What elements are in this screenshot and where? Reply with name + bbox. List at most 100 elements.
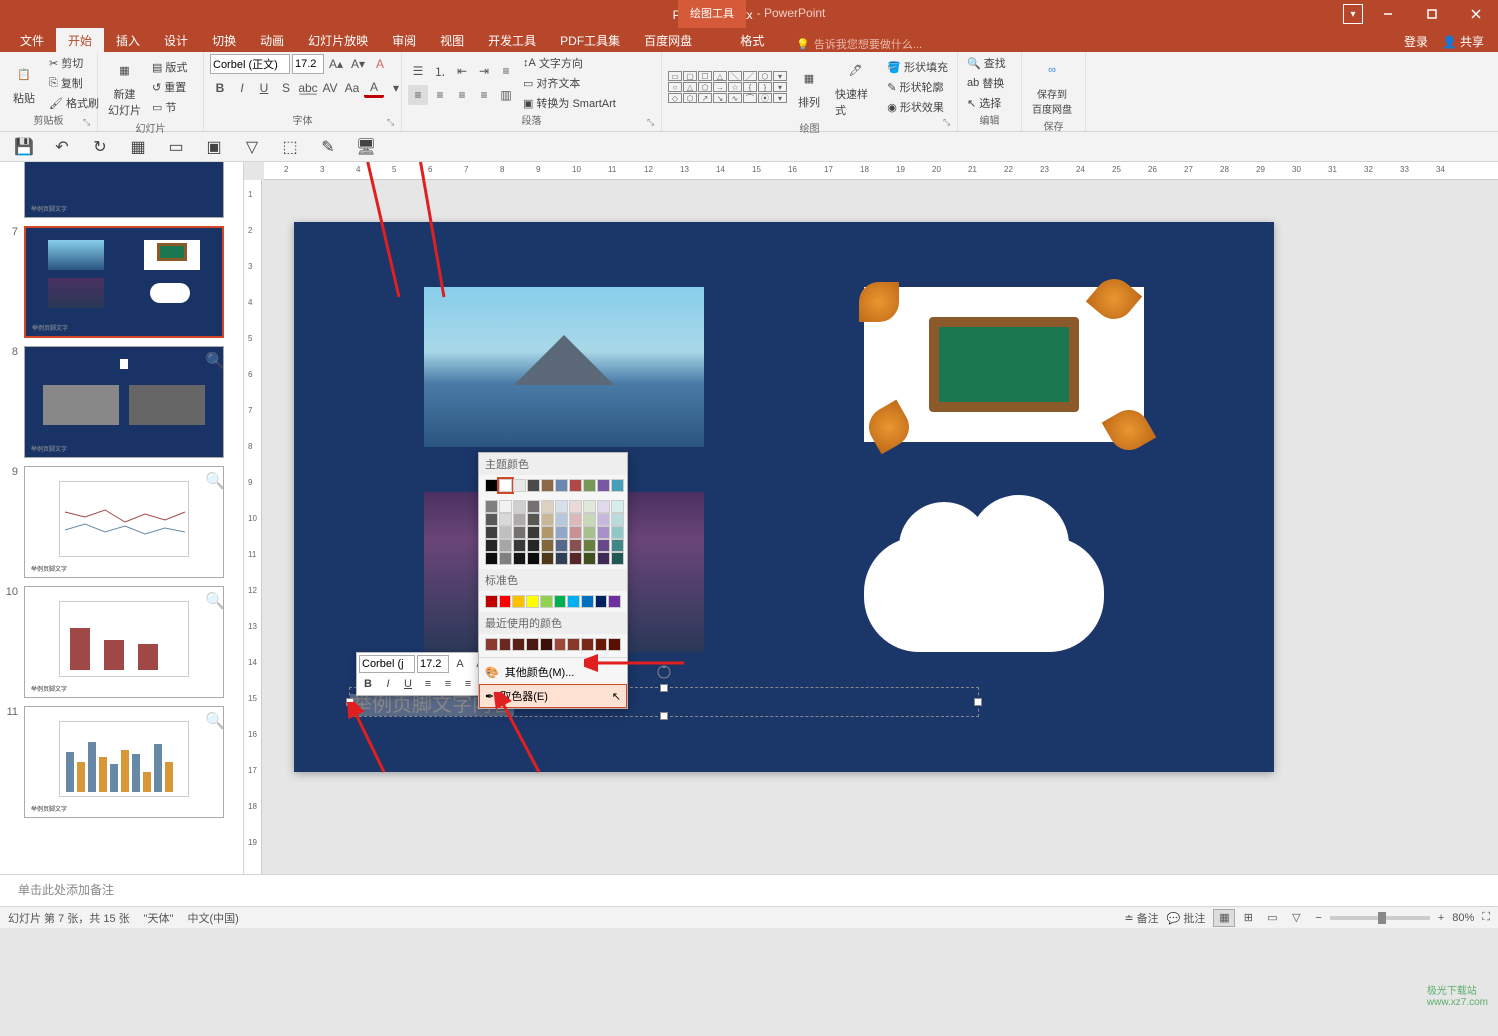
color-swatch[interactable] [513, 539, 526, 552]
fit-to-window-button[interactable]: ⛶ [1482, 911, 1490, 924]
tab-insert[interactable]: 插入 [104, 28, 152, 52]
minimize-button[interactable] [1366, 0, 1410, 28]
notes-pane[interactable]: 单击此处添加备注 [0, 874, 1498, 906]
color-swatch[interactable] [541, 479, 554, 492]
color-swatch[interactable] [541, 526, 554, 539]
color-swatch[interactable] [583, 500, 596, 513]
color-swatch[interactable] [597, 500, 610, 513]
zoom-in-button[interactable]: + [1438, 912, 1444, 924]
color-swatch[interactable] [611, 539, 624, 552]
slide-thumbnail-6[interactable]: ε=mc² 举例页脚文字 [24, 162, 224, 218]
color-swatch[interactable] [527, 552, 540, 565]
color-swatch[interactable] [583, 479, 596, 492]
qat-custom3-button[interactable]: ▣ [204, 137, 224, 157]
color-swatch[interactable] [512, 638, 525, 651]
columns-button[interactable]: ▥ [496, 85, 516, 105]
shadow-button[interactable]: a͟b͟c [298, 78, 318, 98]
layout-button[interactable]: ▤版式 [149, 58, 190, 76]
copy-button[interactable]: ⎘复制 [46, 74, 102, 92]
slide-thumbnail-7[interactable]: 举例页脚文字 [24, 226, 224, 338]
color-swatch[interactable] [555, 526, 568, 539]
color-swatch[interactable] [527, 539, 540, 552]
color-swatch[interactable] [608, 595, 621, 608]
zoom-icon[interactable]: 🔍 [205, 471, 219, 485]
tab-animations[interactable]: 动画 [248, 28, 296, 52]
justify-button[interactable]: ≡ [474, 85, 494, 105]
notes-toggle[interactable]: ≐ 备注 [1124, 910, 1158, 926]
color-swatch[interactable] [611, 526, 624, 539]
tab-design[interactable]: 设计 [152, 28, 200, 52]
share-button[interactable]: 👤 共享 [1436, 31, 1490, 52]
underline-button[interactable]: U [254, 78, 274, 98]
align-left-button[interactable]: ≡ [408, 85, 428, 105]
color-swatch[interactable] [583, 526, 596, 539]
qat-custom6-button[interactable]: ✎ [318, 137, 338, 157]
paste-button[interactable]: 📋 粘贴 [6, 58, 42, 108]
color-swatch[interactable] [581, 638, 594, 651]
color-swatch[interactable] [608, 638, 621, 651]
reading-view-button[interactable]: ▭ [1261, 909, 1283, 927]
mini-align-left[interactable]: ≡ [419, 675, 437, 693]
paragraph-dialog-launcher[interactable]: ⤡ [647, 117, 659, 129]
color-swatch[interactable] [526, 638, 539, 651]
zoom-icon[interactable]: 🔍 [205, 351, 219, 365]
color-swatch[interactable] [485, 479, 498, 492]
color-swatch[interactable] [499, 638, 512, 651]
color-swatch[interactable] [554, 595, 567, 608]
mini-font-name[interactable] [359, 655, 415, 673]
mini-bold-button[interactable]: B [359, 675, 377, 693]
color-swatch[interactable] [541, 539, 554, 552]
slide-editor[interactable]: 2345678910111213141516171819202122232425… [244, 162, 1498, 874]
shape-fill-button[interactable]: 🪣形状填充 [884, 58, 951, 76]
color-swatch[interactable] [485, 638, 498, 651]
qat-redo-button[interactable]: ↻ [90, 137, 110, 157]
color-swatch[interactable] [595, 595, 608, 608]
qat-custom5-button[interactable]: ⬚ [280, 137, 300, 157]
slide-thumbnail-11[interactable]: 举例页脚文字 🔍 [24, 706, 224, 818]
decrease-font-button[interactable]: A▾ [348, 54, 368, 74]
slide-thumbnail-8[interactable]: 举例页脚文字 🔍 [24, 346, 224, 458]
color-swatch[interactable] [569, 552, 582, 565]
color-swatch[interactable] [611, 479, 624, 492]
color-swatch[interactable] [597, 479, 610, 492]
slide-thumbnail-9[interactable]: 举例页脚文字 🔍 [24, 466, 224, 578]
color-swatch[interactable] [513, 479, 526, 492]
tab-view[interactable]: 视图 [428, 28, 476, 52]
color-swatch[interactable] [485, 513, 498, 526]
qat-custom4-button[interactable]: ▽ [242, 137, 262, 157]
arrange-button[interactable]: ▦ 排列 [791, 62, 827, 112]
eyedropper-item[interactable]: ✒ 取色器(E) ↖ [479, 684, 627, 708]
tab-slideshow[interactable]: 幻灯片放映 [296, 28, 380, 52]
tell-me-search[interactable]: 💡 告诉我您想要做什么... [796, 36, 922, 52]
color-swatch[interactable] [499, 479, 512, 492]
color-swatch[interactable] [541, 513, 554, 526]
color-swatch[interactable] [555, 500, 568, 513]
mini-increase-font[interactable]: A [451, 655, 469, 673]
drawing-dialog-launcher[interactable]: ⤡ [943, 117, 955, 129]
new-slide-button[interactable]: ▦ 新建 幻灯片 [104, 54, 145, 120]
shape-effects-button[interactable]: ◉形状效果 [884, 98, 951, 116]
slide-thumbnail-10[interactable]: 举例页脚文字 🔍 [24, 586, 224, 698]
color-swatch[interactable] [499, 552, 512, 565]
strikethrough-button[interactable]: S [276, 78, 296, 98]
color-swatch[interactable] [541, 552, 554, 565]
zoom-level[interactable]: 80% [1452, 912, 1474, 924]
sorter-view-button[interactable]: ⊞ [1237, 909, 1259, 927]
smartart-button[interactable]: ▣转换为 SmartArt [520, 94, 619, 112]
color-swatch[interactable] [569, 500, 582, 513]
color-swatch[interactable] [597, 513, 610, 526]
mini-font-size[interactable] [417, 655, 449, 673]
image-chalkboard[interactable] [864, 287, 1144, 442]
color-swatch[interactable] [499, 513, 512, 526]
slideshow-view-button[interactable]: ▽ [1285, 909, 1307, 927]
maximize-button[interactable] [1410, 0, 1454, 28]
color-swatch[interactable] [499, 539, 512, 552]
color-swatch[interactable] [597, 526, 610, 539]
clear-formatting-button[interactable]: A [370, 54, 390, 74]
color-swatch[interactable] [499, 595, 512, 608]
color-swatch[interactable] [540, 638, 553, 651]
shapes-gallery[interactable]: ▭▢☐△＼／⬡▾ ○△⬠→☆{}▾ ◇⬡↗↘∿⌒⦿▾ [668, 71, 787, 103]
shape-outline-button[interactable]: ✎形状轮廓 [884, 78, 951, 96]
quick-styles-button[interactable]: 🖊 快速样式 [831, 54, 880, 120]
format-painter-button[interactable]: 🖌格式刷 [46, 94, 102, 112]
